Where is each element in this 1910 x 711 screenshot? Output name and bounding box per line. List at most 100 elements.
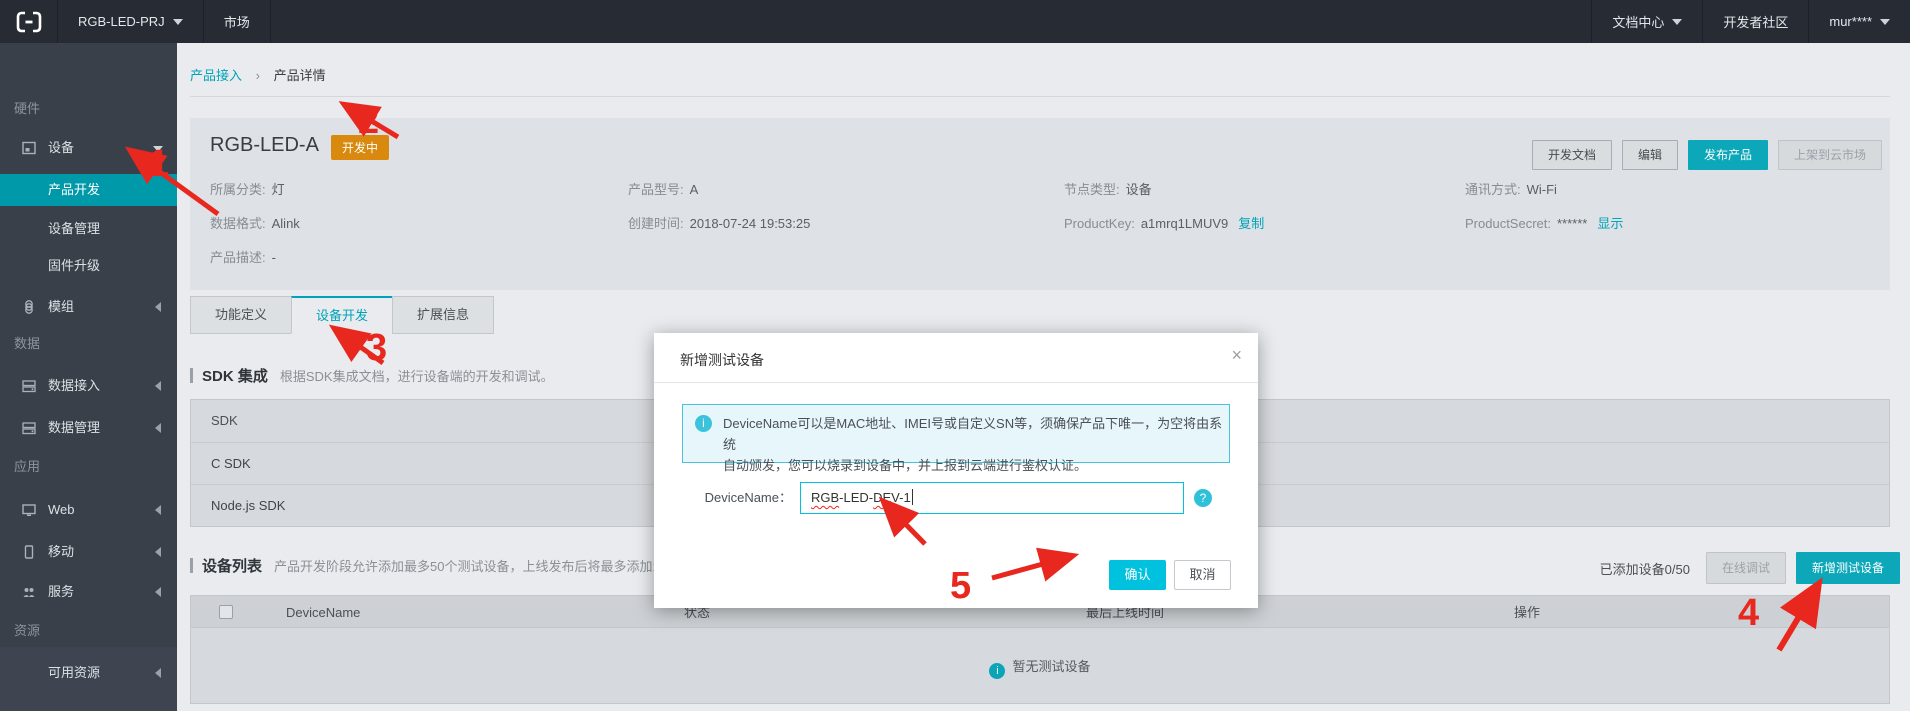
sidebar-item-device[interactable]: 设备: [0, 132, 177, 164]
sidebar-group-data: 数据: [14, 335, 40, 353]
sdk-section-title: SDK 集成: [202, 365, 268, 386]
breadcrumb-current: 产品详情: [274, 68, 326, 83]
sidebar-item-device-mgmt[interactable]: 设备管理: [0, 213, 177, 245]
breadcrumb-product-access[interactable]: 产品接入: [190, 68, 242, 83]
monitor-icon: [21, 502, 37, 518]
product-overview-panel: RGB-LED-A 开发中 开发文档 编辑 发布产品 上架到云市场 所属分类:灯…: [190, 118, 1890, 290]
device-list-controls: 已添加设备0/50 在线调试 新增测试设备: [1600, 552, 1900, 584]
devicename-label: DeviceName：: [654, 482, 792, 514]
info-row-1: 所属分类:灯 产品型号:A 节点类型:设备 通讯方式:Wi-Fi: [190, 176, 1890, 204]
confirm-button[interactable]: 确认: [1109, 560, 1166, 590]
chevron-down-icon: [173, 19, 183, 25]
device-icon: [21, 140, 37, 156]
sidebar-item-service[interactable]: 服务: [0, 576, 177, 608]
sidebar-item-firmware[interactable]: 固件升级: [0, 250, 177, 282]
sdk-section-desc: 根据SDK集成文档，进行设备端的开发和调试。: [280, 366, 554, 385]
chevron-left-icon: [155, 547, 161, 557]
copy-link[interactable]: 复制: [1238, 216, 1264, 231]
chevron-down-icon: [153, 146, 163, 152]
empty-state: i 暂无测试设备: [191, 656, 1889, 679]
device-list-header: 设备列表 产品开发阶段允许添加最多50个测试设备，上线发布后将最多添加1000个…: [190, 555, 733, 575]
devicename-input[interactable]: RGB-LED-DEV-1: [800, 482, 1184, 514]
sidebar-item-module[interactable]: 模组: [0, 291, 177, 323]
dev-doc-button[interactable]: 开发文档: [1532, 140, 1612, 170]
add-test-device-modal: 新增测试设备 × i DeviceName可以是MAC地址、IMEI号或自定义S…: [654, 333, 1258, 608]
publish-product-button[interactable]: 发布产品: [1688, 140, 1768, 170]
topbar: RGB-LED-PRJ 市场 文档中心 开发者社区 mur****: [0, 0, 1910, 43]
chevron-down-icon: [1880, 19, 1890, 25]
sidebar-item-mobile[interactable]: 移动: [0, 536, 177, 568]
select-all-checkbox[interactable]: [219, 605, 233, 619]
username: mur****: [1829, 14, 1872, 29]
logo-icon: [15, 10, 43, 34]
info-icon: i: [695, 415, 712, 432]
product-tabs: 功能定义 设备开发 扩展信息: [190, 296, 494, 334]
section-bar: [190, 558, 193, 573]
chevron-left-icon: [155, 668, 161, 678]
help-icon[interactable]: ?: [1194, 489, 1212, 507]
show-link[interactable]: 显示: [1597, 216, 1623, 231]
divider: [190, 96, 1890, 97]
field-product-key: ProductKey:a1mrq1LMUV9复制: [1064, 210, 1264, 238]
product-actions: 开发文档 编辑 发布产品 上架到云市场: [1522, 140, 1882, 170]
project-name: RGB-LED-PRJ: [78, 14, 165, 29]
people-icon: [21, 584, 37, 600]
sidebar-group-hardware: 硬件: [14, 100, 40, 118]
sidebar-item-data-mgmt[interactable]: 数据管理: [0, 412, 177, 444]
field-created-time: 创建时间:2018-07-24 19:53:25: [628, 210, 810, 238]
chevron-left-icon: [155, 381, 161, 391]
field-category: 所属分类:灯: [210, 176, 285, 204]
sdk-section-header: SDK 集成 根据SDK集成文档，进行设备端的开发和调试。: [190, 365, 554, 385]
col-actions: 操作: [1514, 596, 1540, 629]
module-icon: [21, 299, 37, 315]
nav-market[interactable]: 市场: [204, 0, 271, 43]
modal-info-box: i DeviceName可以是MAC地址、IMEI号或自定义SN等，须确保产品下…: [682, 404, 1230, 463]
tab-device-development[interactable]: 设备开发: [291, 296, 393, 334]
sidebar-item-web[interactable]: Web: [0, 494, 177, 526]
close-icon[interactable]: ×: [1231, 345, 1242, 366]
tab-function-definition[interactable]: 功能定义: [190, 296, 292, 334]
sidebar-item-resources[interactable]: 可用资源: [0, 657, 177, 689]
list-to-market-button: 上架到云市场: [1778, 140, 1882, 170]
status-badge: 开发中: [331, 135, 389, 160]
cancel-button[interactable]: 取消: [1174, 560, 1231, 590]
breadcrumb: 产品接入 › 产品详情: [190, 67, 326, 85]
field-product-secret: ProductSecret:******显示: [1465, 210, 1623, 238]
chevron-left-icon: [155, 587, 161, 597]
database-icon: [21, 378, 37, 394]
empty-state-text: 暂无测试设备: [1012, 659, 1090, 674]
col-devicename: DeviceName: [286, 596, 360, 629]
add-test-device-button[interactable]: 新增测试设备: [1796, 552, 1900, 584]
chevron-left-icon: [155, 505, 161, 515]
user-menu[interactable]: mur****: [1808, 0, 1910, 43]
chevron-left-icon: [155, 302, 161, 312]
sidebar-group-app: 应用: [14, 458, 40, 476]
database-icon: [21, 420, 37, 436]
section-bar: [190, 368, 193, 383]
project-switcher[interactable]: RGB-LED-PRJ: [58, 0, 204, 43]
nav-doc-center[interactable]: 文档中心: [1591, 0, 1702, 43]
text-cursor: [912, 489, 913, 505]
field-description: 产品描述:-: [210, 244, 276, 272]
chevron-down-icon: [1672, 19, 1682, 25]
sidebar: 硬件 设备 产品开发 设备管理 固件升级 模组 数据 数据接入 数据管理: [0, 43, 177, 711]
added-devices-count: 已添加设备0/50: [1600, 559, 1690, 578]
product-name: RGB-LED-A: [210, 134, 319, 157]
nav-developer-community[interactable]: 开发者社区: [1702, 0, 1808, 43]
breadcrumb-separator: ›: [256, 68, 260, 83]
sidebar-item-data-access[interactable]: 数据接入: [0, 370, 177, 402]
field-model: 产品型号:A: [628, 176, 698, 204]
device-table-body: i 暂无测试设备: [190, 628, 1890, 704]
aliyun-iot-logo[interactable]: [0, 0, 58, 43]
device-list-title: 设备列表: [202, 555, 262, 576]
modal-title: 新增测试设备: [680, 350, 764, 370]
phone-icon: [21, 544, 37, 560]
field-data-format: 数据格式:Alink: [210, 210, 300, 238]
modal-header: 新增测试设备 ×: [654, 333, 1258, 383]
field-comm-method: 通讯方式:Wi-Fi: [1465, 176, 1557, 204]
tab-extended-info[interactable]: 扩展信息: [392, 296, 494, 334]
info-icon: i: [989, 663, 1005, 679]
edit-button[interactable]: 编辑: [1622, 140, 1678, 170]
modal-info-text: DeviceName可以是MAC地址、IMEI号或自定义SN等，须确保产品下唯一…: [723, 413, 1229, 476]
sidebar-item-product-dev[interactable]: 产品开发: [0, 174, 177, 206]
